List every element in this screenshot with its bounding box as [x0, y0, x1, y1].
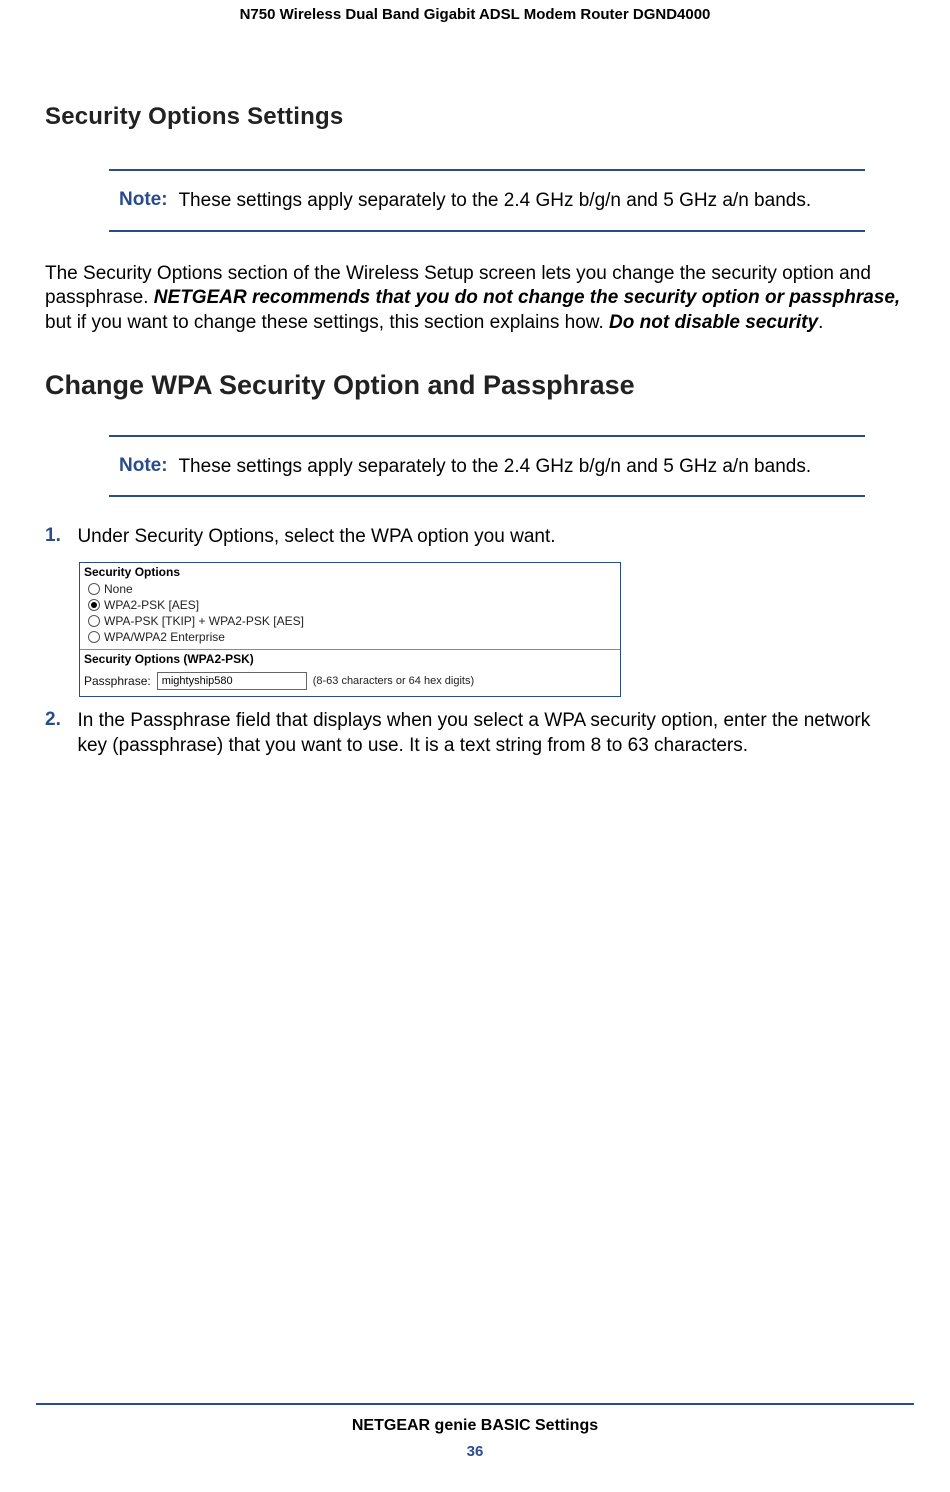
note-text: These settings apply separately to the 2… — [178, 455, 818, 480]
paragraph-security-options-intro: The Security Options section of the Wire… — [45, 262, 905, 336]
passphrase-input[interactable]: mightyship580 — [157, 672, 307, 690]
para-text-c: but if you want to change these settings… — [45, 312, 609, 333]
footer-title: NETGEAR genie BASIC Settings — [0, 1417, 950, 1435]
subsection-title-change-wpa: Change WPA Security Option and Passphras… — [45, 370, 905, 401]
footer-rule — [36, 1403, 914, 1405]
passphrase-hint: (8-63 characters or 64 hex digits) — [313, 675, 474, 687]
page-footer: NETGEAR genie BASIC Settings 36 — [0, 1403, 950, 1460]
radio-icon — [88, 583, 100, 595]
step-number: 1. — [45, 525, 73, 547]
para-strong-do-not-disable: Do not disable security — [609, 312, 818, 333]
section-title-security-options-settings: Security Options Settings — [45, 103, 905, 131]
step-1: 1. Under Security Options, select the WP… — [45, 525, 905, 550]
figure-section-security-options: Security Options None WPA2-PSK [AES] WPA… — [80, 563, 620, 650]
step-text: Under Security Options, select the WPA o… — [77, 525, 897, 550]
step-text: In the Passphrase field that displays wh… — [77, 709, 897, 758]
note-text: These settings apply separately to the 2… — [178, 189, 818, 214]
note-label: Note: — [119, 455, 174, 477]
para-strong-recommend: NETGEAR recommends that you do not chang… — [154, 287, 900, 308]
radio-option-wpa-wpa2-enterprise[interactable]: WPA/WPA2 Enterprise — [84, 629, 616, 645]
radio-icon — [88, 615, 100, 627]
radio-option-wpa-psk-tkip-plus-wpa2-psk-aes[interactable]: WPA-PSK [TKIP] + WPA2-PSK [AES] — [84, 613, 616, 629]
footer-page-number: 36 — [0, 1443, 950, 1460]
figure-section-wpa2-psk: Security Options (WPA2-PSK) Passphrase: … — [80, 650, 620, 696]
radio-icon — [88, 631, 100, 643]
note-block-2: Note: These settings apply separately to… — [109, 435, 865, 498]
radio-label: WPA/WPA2 Enterprise — [104, 630, 225, 644]
running-header: N750 Wireless Dual Band Gigabit ADSL Mod… — [0, 0, 950, 23]
figure-title-security-options: Security Options — [84, 565, 616, 579]
figure-security-options: Security Options None WPA2-PSK [AES] WPA… — [79, 562, 621, 697]
step-2: 2. In the Passphrase field that displays… — [45, 709, 905, 758]
para-text-e: . — [818, 312, 823, 333]
radio-option-wpa2-psk-aes[interactable]: WPA2-PSK [AES] — [84, 597, 616, 613]
radio-icon — [88, 599, 100, 611]
note-label: Note: — [119, 189, 174, 211]
figure-title-wpa2-psk: Security Options (WPA2-PSK) — [80, 650, 620, 666]
radio-label: WPA-PSK [TKIP] + WPA2-PSK [AES] — [104, 614, 304, 628]
note-block-1: Note: These settings apply separately to… — [109, 169, 865, 232]
radio-label: None — [104, 582, 133, 596]
radio-label: WPA2-PSK [AES] — [104, 598, 199, 612]
step-number: 2. — [45, 709, 73, 731]
passphrase-label: Passphrase: — [84, 674, 151, 688]
radio-option-none[interactable]: None — [84, 581, 616, 597]
